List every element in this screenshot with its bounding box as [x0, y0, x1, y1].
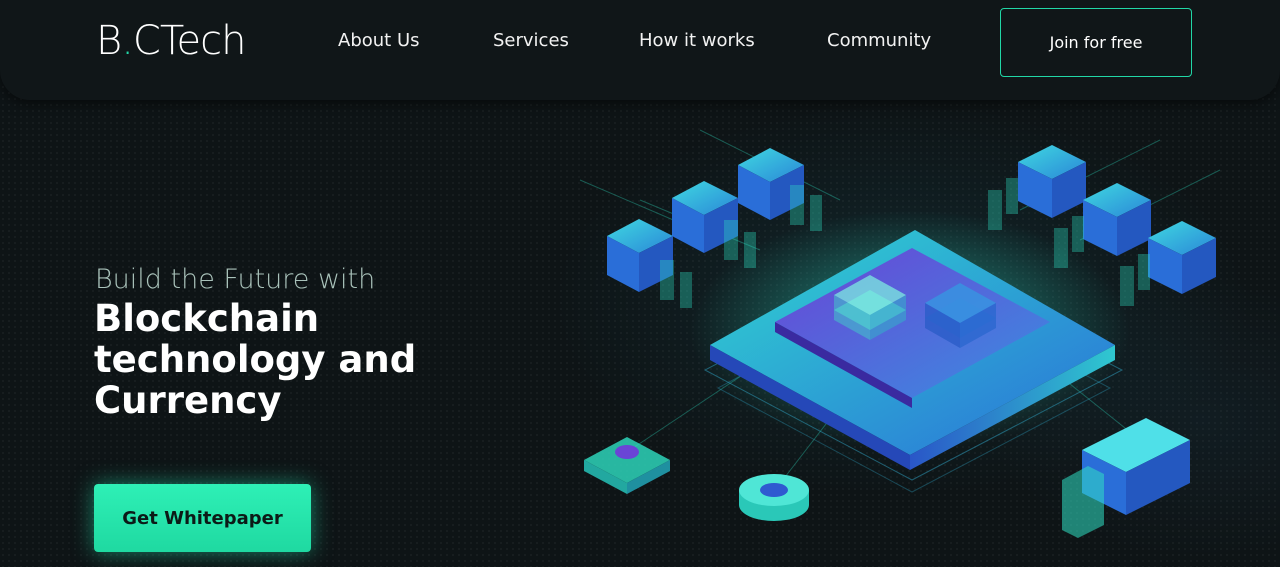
- navbar: B.CTech About Us Services How it works C…: [0, 0, 1280, 100]
- get-whitepaper-button[interactable]: Get Whitepaper: [94, 484, 311, 552]
- join-for-free-button[interactable]: Join for free: [1000, 8, 1192, 77]
- nav-about-us[interactable]: About Us: [338, 30, 420, 51]
- chip-node: [584, 437, 670, 494]
- coin-node: [739, 474, 809, 521]
- nav-how-it-works[interactable]: How it works: [639, 30, 755, 51]
- server-node: [1062, 418, 1190, 538]
- nav-community[interactable]: Community: [827, 30, 931, 51]
- logo-dot: .: [121, 18, 134, 64]
- brand-logo[interactable]: B.CTech: [96, 18, 247, 64]
- blockchain-isometric-illustration: [579, 129, 1221, 538]
- hero-subtitle: Build the Future with: [95, 264, 376, 295]
- logo-text-ctech: CTech: [132, 18, 247, 64]
- logo-text-b: B: [96, 18, 122, 64]
- nav-services[interactable]: Services: [493, 30, 569, 51]
- hero-title: Blockchain technology and Currency: [94, 297, 417, 422]
